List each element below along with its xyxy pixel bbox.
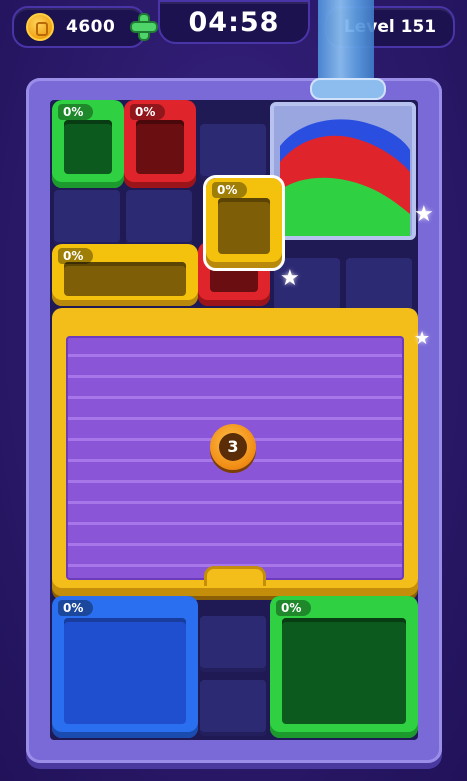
- sand-pile: [280, 119, 410, 236]
- sand-pour-tube: [310, 0, 386, 100]
- empty-cell: [346, 258, 412, 314]
- fill-percent: 0%: [58, 248, 94, 264]
- red-container-top[interactable]: 0%: [124, 100, 196, 188]
- empty-cell: [200, 680, 266, 736]
- timer: 04:58: [158, 0, 310, 44]
- fill-percent: 0%: [130, 104, 166, 120]
- shutter-counter: 3: [210, 424, 256, 470]
- coin-icon: [26, 13, 54, 41]
- coin-counter: 4600: [12, 6, 156, 48]
- shutter-counter-value: 3: [219, 433, 247, 461]
- container-opening: [64, 120, 112, 174]
- yellow-container-long[interactable]: 0%: [52, 244, 198, 306]
- blue-container-bottom[interactable]: 0%: [52, 596, 198, 738]
- empty-cell: [54, 190, 120, 246]
- green-container-bottom[interactable]: 0%: [270, 596, 418, 738]
- empty-cell: [200, 124, 266, 180]
- star-icon: ★: [414, 202, 434, 227]
- star-icon: ★: [280, 266, 300, 291]
- fill-percent: 0%: [58, 600, 94, 616]
- container-opening: [282, 618, 406, 724]
- fill-percent: 0%: [212, 182, 248, 198]
- container-opening: [64, 618, 186, 724]
- yellow-container-selected[interactable]: 0%: [203, 175, 285, 271]
- container-opening: [218, 198, 270, 254]
- empty-cell: [200, 616, 266, 672]
- fill-percent: 0%: [58, 104, 94, 120]
- container-opening: [64, 262, 186, 296]
- sand-bin: [270, 102, 416, 240]
- shutter-handle: [204, 566, 266, 586]
- empty-cell: [126, 190, 192, 246]
- green-container-top[interactable]: 0%: [52, 100, 124, 188]
- add-coins-button[interactable]: [132, 15, 156, 39]
- coin-count: 4600: [66, 17, 116, 37]
- container-opening: [136, 120, 184, 174]
- timer-value: 04:58: [188, 6, 280, 38]
- fill-percent: 0%: [276, 600, 312, 616]
- star-icon: ★: [414, 328, 431, 349]
